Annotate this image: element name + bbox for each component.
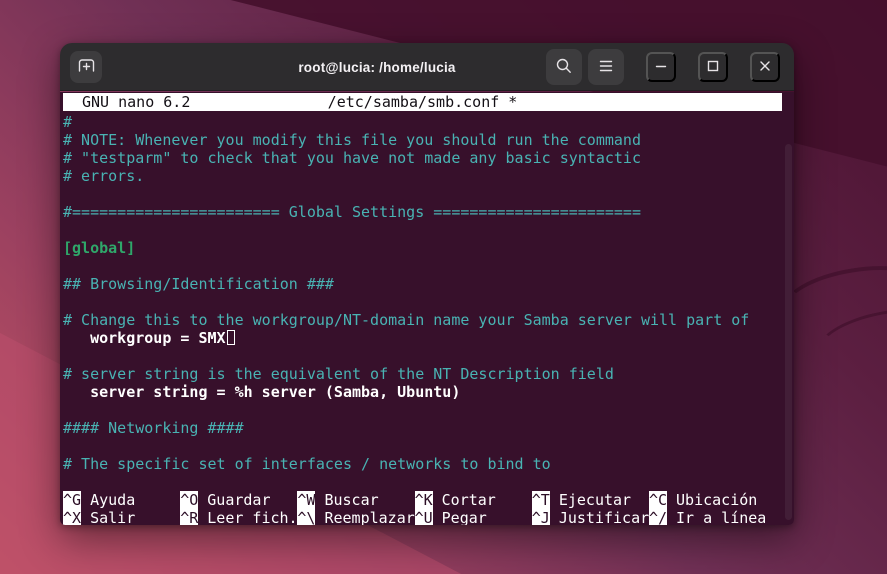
shortcut-label: Buscar [324, 491, 379, 509]
shortcut-label: Leer fich. [207, 509, 298, 525]
nano-shortcut[interactable]: ^C Ubicación [648, 491, 766, 509]
shortcut-key: ^O [180, 491, 199, 509]
shortcut-key: ^T [531, 491, 550, 509]
shortcut-key: ^C [648, 491, 667, 509]
window-title: root@lucia: /home/lucia [298, 59, 456, 75]
editor-line: [global] [63, 239, 136, 257]
desktop-background: root@lucia: /home/lucia GNU nano 6.2 /et… [0, 0, 887, 574]
editor-line: server string = %h server (Samba, Ubuntu… [63, 383, 461, 401]
nano-shortcut[interactable]: ^/ Ir a línea [648, 509, 767, 525]
nano-shortcut[interactable]: ^T Ejecutar [531, 491, 649, 509]
nano-filename: /etc/samba/smb.conf * [327, 93, 518, 111]
terminal-window: root@lucia: /home/lucia GNU nano 6.2 /et… [60, 43, 794, 525]
search-icon [555, 57, 573, 78]
shortcut-label: Ir a línea [676, 509, 767, 525]
minimize-button[interactable] [646, 52, 676, 82]
minimize-icon [652, 63, 670, 78]
editor-lines: # # NOTE: Whenever you modify this file … [63, 113, 794, 491]
editor-line: #### Networking #### [63, 419, 244, 437]
hamburger-menu-icon [598, 59, 614, 76]
nano-shortcut[interactable]: ^J Justificar [531, 509, 650, 525]
shortcut-label: Cortar [441, 491, 496, 509]
nano-shortcut[interactable]: ^X Salir [63, 509, 180, 525]
editor-line: # The specific set of interfaces / netwo… [63, 455, 551, 473]
nano-shortcut[interactable]: ^K Cortar [414, 491, 532, 509]
shortcut-label: Ayuda [90, 491, 136, 509]
editor-line: # [63, 113, 73, 131]
search-button[interactable] [546, 49, 582, 85]
shortcut-key: ^W [297, 491, 316, 509]
editor-line: # NOTE: Whenever you modify this file yo… [63, 131, 641, 149]
window-titlebar[interactable]: root@lucia: /home/lucia [60, 43, 794, 91]
shortcut-label: Reemplazar [324, 509, 415, 525]
terminal-scrollbar[interactable] [785, 144, 792, 520]
nano-shortcut[interactable]: ^U Pegar [414, 509, 532, 525]
shortcut-label: Salir [90, 509, 136, 525]
shortcut-key: ^/ [648, 509, 667, 525]
terminal-content[interactable]: GNU nano 6.2 /etc/samba/smb.conf * # # N… [60, 92, 794, 525]
nano-titlebar: GNU nano 6.2 /etc/samba/smb.conf * [63, 93, 782, 111]
shortcut-key: ^U [414, 509, 433, 525]
nano-shortcut[interactable]: ^R Leer fich. [180, 509, 298, 525]
editor-line: # Change this to the workgroup/NT-domain… [63, 311, 750, 329]
shortcut-key: ^K [414, 491, 433, 509]
shortcut-label: Justificar [558, 509, 650, 525]
shortcut-label: Guardar [207, 491, 271, 509]
shortcut-label: Ubicación [676, 491, 758, 509]
maximize-button[interactable] [698, 52, 728, 82]
editor-line: # errors. [63, 167, 145, 185]
nano-shortcut[interactable]: ^\ Reemplazar [297, 509, 415, 525]
shortcut-label: Pegar [441, 509, 487, 525]
shortcut-label: Ejecutar [558, 491, 632, 509]
shortcut-key: ^R [180, 509, 199, 525]
editor-line: workgroup = SMX [63, 329, 794, 347]
nano-shortcut[interactable]: ^W Buscar [297, 491, 414, 509]
shortcut-key: ^G [63, 491, 82, 509]
editor-line: ## Browsing/Identification ### [63, 275, 334, 293]
new-tab-icon [77, 57, 96, 78]
close-icon [756, 60, 774, 78]
maximize-icon [704, 60, 722, 78]
shortcut-key: ^J [531, 509, 550, 525]
editor-line: # server string is the equivalent of the… [63, 365, 614, 383]
nano-shortcut[interactable]: ^G Ayuda [63, 491, 180, 509]
editor-line: #======================= Global Settings… [63, 203, 641, 221]
nano-shortcut[interactable]: ^O Guardar [180, 491, 297, 509]
text-cursor [226, 330, 235, 345]
shortcut-key: ^\ [297, 509, 316, 525]
close-button[interactable] [750, 52, 780, 82]
new-tab-button[interactable] [70, 51, 102, 83]
menu-button[interactable] [588, 49, 624, 85]
shortcut-key: ^X [63, 509, 82, 525]
editor-line: # "testparm" to check that you have not … [63, 149, 641, 167]
nano-shortcut-bar: ^G Ayuda ^X Salir ^O Guardar ^R Leer fic… [63, 491, 794, 525]
